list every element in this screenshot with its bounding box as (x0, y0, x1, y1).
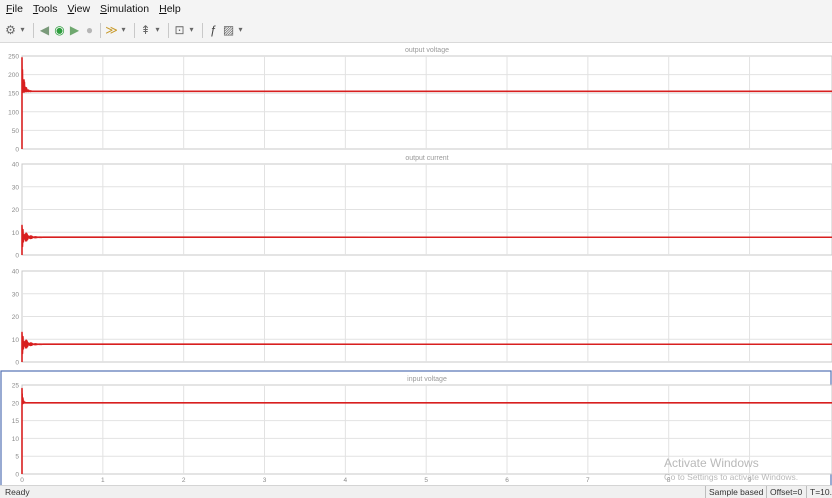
status-bar: Ready Sample based Offset=0 T=10.0 (0, 485, 832, 498)
menu-bar: File Tools View Simulation Help (0, 0, 832, 18)
chevron-down-icon[interactable]: ▾ (19, 21, 26, 39)
x-tick-label: 5 (424, 477, 428, 484)
y-tick-label: 40 (12, 162, 20, 169)
y-tick-label: 250 (8, 54, 19, 61)
style-icon[interactable]: ▨ (222, 21, 235, 39)
plot-title: input voltage (407, 376, 447, 383)
watermark-subtitle: Go to Settings to activate Windows. (664, 472, 798, 482)
y-tick-label: 0 (15, 147, 19, 154)
plot-axes-box (21, 55, 832, 150)
y-tick-label: 100 (8, 109, 19, 116)
chevron-down-icon[interactable]: ▾ (188, 21, 195, 39)
y-tick-label: 20 (12, 400, 20, 407)
y-tick-label: 30 (12, 184, 20, 191)
chevron-down-icon[interactable]: ▾ (120, 21, 127, 39)
toolbar-separator (134, 22, 135, 38)
step-forward-icon[interactable]: ▶ (68, 21, 81, 39)
y-tick-label: 20 (12, 314, 20, 321)
chevron-down-icon[interactable]: ▾ (237, 21, 244, 39)
chevron-down-icon[interactable]: ▾ (154, 21, 161, 39)
autoscale-icon[interactable]: ƒ (207, 21, 220, 39)
y-tick-label: 50 (12, 128, 20, 135)
y-tick-label: 10 (12, 436, 20, 443)
status-offset: Offset=0 (766, 486, 805, 498)
x-tick-label: 3 (263, 477, 267, 484)
status-ready-text: Ready (5, 487, 30, 497)
y-tick-label: 25 (12, 383, 20, 390)
y-tick-label: 10 (12, 337, 20, 344)
menu-view[interactable]: View (67, 3, 90, 15)
y-tick-label: 10 (12, 230, 20, 237)
y-tick-label: 30 (12, 291, 20, 298)
y-tick-label: 40 (12, 269, 20, 276)
cursor-icon[interactable]: ⇞ (139, 21, 152, 39)
settings-icon[interactable]: ⚙ (4, 21, 17, 39)
status-time: T=10.0 (806, 486, 832, 498)
y-tick-label: 0 (15, 472, 19, 479)
menu-file[interactable]: File (6, 3, 23, 15)
watermark-title: Activate Windows (664, 456, 759, 470)
status-sample-mode: Sample based (705, 486, 766, 498)
y-tick-label: 0 (15, 253, 19, 260)
toolbar-separator (202, 22, 203, 38)
x-tick-label: 6 (505, 477, 509, 484)
y-tick-label: 0 (15, 360, 19, 367)
y-tick-label: 15 (12, 418, 20, 425)
zoom-icon[interactable]: ⊡ (173, 21, 186, 39)
step-back-icon[interactable]: ◀ (38, 21, 51, 39)
y-tick-label: 5 (15, 454, 19, 461)
menu-tools[interactable]: Tools (33, 3, 58, 15)
y-tick-label: 150 (8, 91, 19, 98)
stop-icon[interactable]: ● (83, 21, 96, 39)
menu-simulation[interactable]: Simulation (100, 3, 149, 15)
x-tick-label: 2 (182, 477, 186, 484)
x-tick-label: 1 (101, 477, 105, 484)
y-tick-label: 200 (8, 72, 19, 79)
scope-plots: 250200150100500output voltage403020100ou… (0, 47, 832, 488)
x-tick-label: 0 (20, 477, 24, 484)
scope-plot-area: 250 200 150 100 50 0 output voltage 40 30 20 10 0 ou… (0, 43, 832, 488)
y-tick-label: 20 (12, 207, 20, 214)
toolbar: ⚙ ▾ ◀ ◉ ▶ ● ≫ ▾ ⇞ ▾ ⊡ ▾ ƒ ▨ ▾ (0, 18, 832, 43)
x-tick-label: 4 (344, 477, 348, 484)
x-tick-label: 7 (586, 477, 590, 484)
toolbar-separator (168, 22, 169, 38)
toolbar-separator (33, 22, 34, 38)
highlight-icon[interactable]: ≫ (105, 21, 118, 39)
toolbar-separator (100, 22, 101, 38)
menu-help[interactable]: Help (159, 3, 181, 15)
run-icon[interactable]: ◉ (53, 21, 66, 39)
plot-title: output voltage (405, 47, 449, 54)
plot-title: output current (405, 155, 448, 162)
